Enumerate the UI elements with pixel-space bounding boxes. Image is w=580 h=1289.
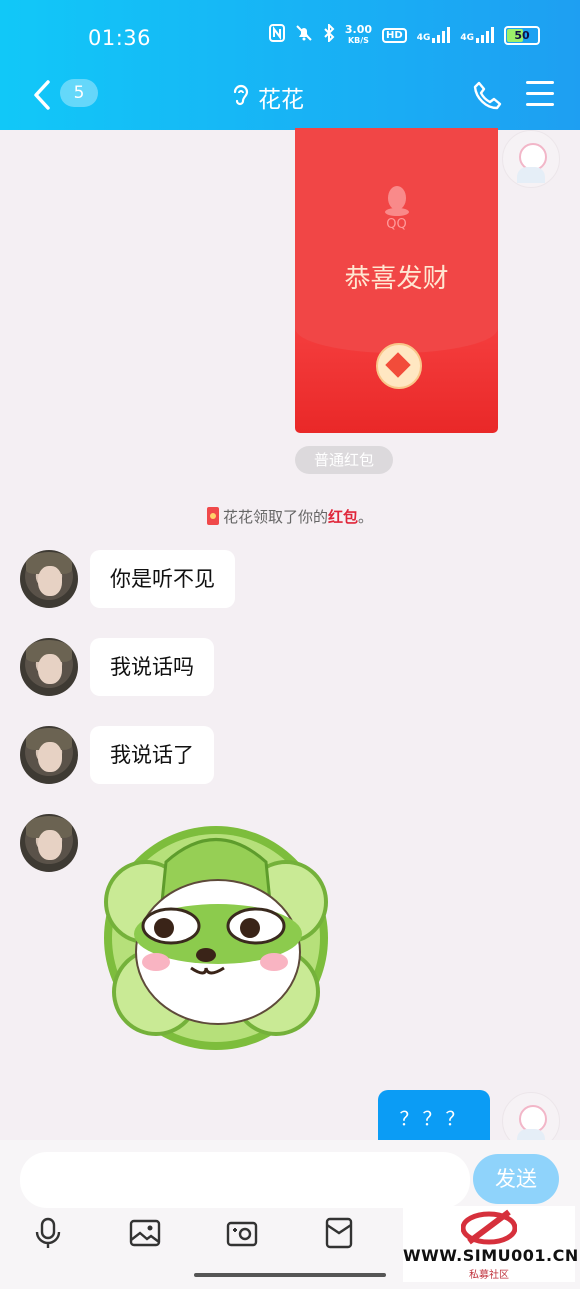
qq-penguin-icon [385, 186, 409, 216]
mute-bell-icon [295, 24, 313, 46]
menu-button[interactable] [526, 81, 554, 107]
battery-icon: 50 [504, 25, 540, 45]
home-indicator[interactable] [194, 1273, 386, 1277]
unread-count-badge[interactable]: 5 [60, 79, 98, 107]
cabbage-dog-sticker[interactable] [96, 822, 336, 1054]
friend-avatar[interactable] [20, 726, 78, 784]
image-icon[interactable] [128, 1216, 162, 1250]
red-packet-type-label: 普通红包 [295, 446, 393, 474]
menu-icon [526, 81, 554, 84]
message-bubble[interactable]: 我说话吗 [90, 638, 214, 696]
nfc-icon [268, 24, 285, 46]
red-packet-icon[interactable] [322, 1216, 356, 1250]
red-packet-brand: QQ [386, 217, 407, 232]
system-notice: 花花领取了你的红包。 [0, 506, 580, 527]
message-input[interactable] [20, 1152, 470, 1208]
watermark-sub: 私募社区 [469, 1270, 509, 1281]
message-bubble[interactable]: 你是听不见 [90, 550, 235, 608]
coin-icon [376, 343, 422, 389]
bluetooth-icon [323, 22, 335, 46]
friend-avatar[interactable] [20, 814, 78, 872]
signal-1: 4G [417, 27, 451, 43]
chat-header: 01:36 3.00 KB/S HD 4G 4G 50 5 花花 [0, 0, 580, 130]
microphone-icon[interactable] [31, 1216, 65, 1250]
friend-avatar[interactable] [20, 550, 78, 608]
send-button[interactable]: 发送 [473, 1154, 559, 1204]
status-icons: 3.00 KB/S HD 4G 4G 50 [268, 22, 540, 46]
friend-avatar[interactable] [20, 638, 78, 696]
watermark-text: WWW.SIMU001.CN [403, 1246, 579, 1265]
phone-call-button[interactable] [472, 80, 504, 112]
watermark: WWW.SIMU001.CN 私募社区 [403, 1206, 579, 1282]
back-button[interactable] [28, 78, 58, 112]
network-speed: 3.00 KB/S [344, 22, 373, 45]
nav-bar: 5 花花 [0, 64, 580, 126]
signal-2: 4G [460, 27, 494, 43]
camera-icon[interactable] [225, 1216, 259, 1250]
my-avatar[interactable] [502, 130, 560, 188]
red-packet-card[interactable]: QQ 恭喜发财 [295, 128, 498, 433]
status-time: 01:36 [88, 26, 152, 50]
red-packet-greeting: 恭喜发财 [344, 264, 449, 294]
ear-icon [230, 82, 252, 112]
notice-link[interactable]: 红包 [328, 508, 358, 526]
red-envelope-icon [206, 507, 219, 525]
chat-title-group[interactable]: 花花 [230, 80, 304, 114]
page-title: 花花 [258, 87, 304, 113]
message-bubble[interactable]: 我说话了 [90, 726, 214, 784]
simu-logo-icon [461, 1209, 517, 1245]
hd-voice-badge: HD [382, 27, 407, 43]
